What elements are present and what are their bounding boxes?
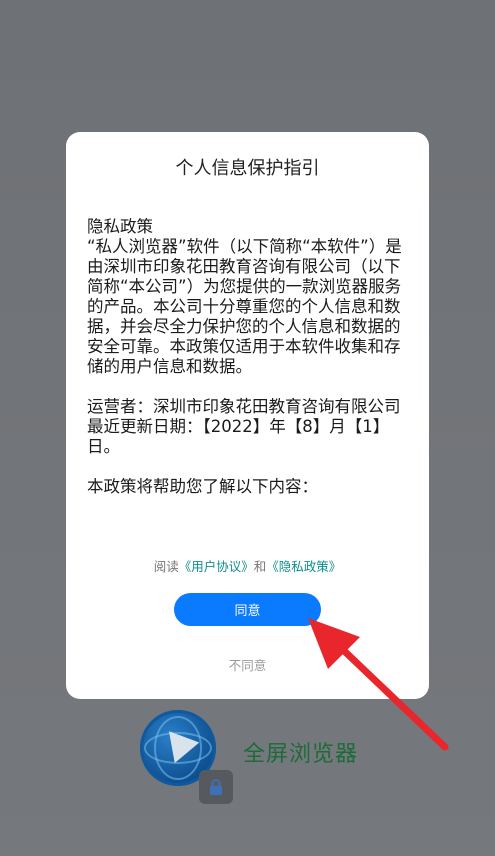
privacy-dialog: 个人信息保护指引 隐私政策 “私人浏览器”软件（以下简称“本软件”）是由深圳市印…: [66, 132, 429, 699]
operator-text: 运营者：深圳市印象花田教育咨询有限公司: [87, 397, 401, 416]
agreement-and: 和: [253, 559, 267, 574]
lock-icon: [199, 770, 233, 804]
policy-paragraph: “私人浏览器”软件（以下简称“本软件”）是由深圳市印象花田教育咨询有限公司（以下…: [87, 237, 402, 376]
dialog-title: 个人信息保护指引: [175, 158, 320, 179]
app-name: 全屏浏览器: [243, 742, 359, 767]
policy-heading: 隐私政策: [87, 217, 153, 236]
agree-button[interactable]: 同意: [174, 593, 321, 626]
dialog-body: 隐私政策 “私人浏览器”软件（以下简称“本软件”）是由深圳市印象花田教育咨询有限…: [87, 217, 409, 497]
disagree-button[interactable]: 不同意: [186, 652, 309, 676]
agreement-prefix: 阅读: [153, 559, 179, 574]
policy-intro-text: 本政策将帮助您了解以下内容：: [87, 477, 318, 496]
agreement-line: 阅读《用户协议》和《隐私政策》: [66, 556, 429, 575]
privacy-policy-link[interactable]: 《隐私政策》: [266, 559, 341, 574]
updated-date-text: 最近更新日期：【2022】年【8】月【1】日。: [87, 417, 390, 456]
user-agreement-link[interactable]: 《用户协议》: [179, 559, 254, 574]
